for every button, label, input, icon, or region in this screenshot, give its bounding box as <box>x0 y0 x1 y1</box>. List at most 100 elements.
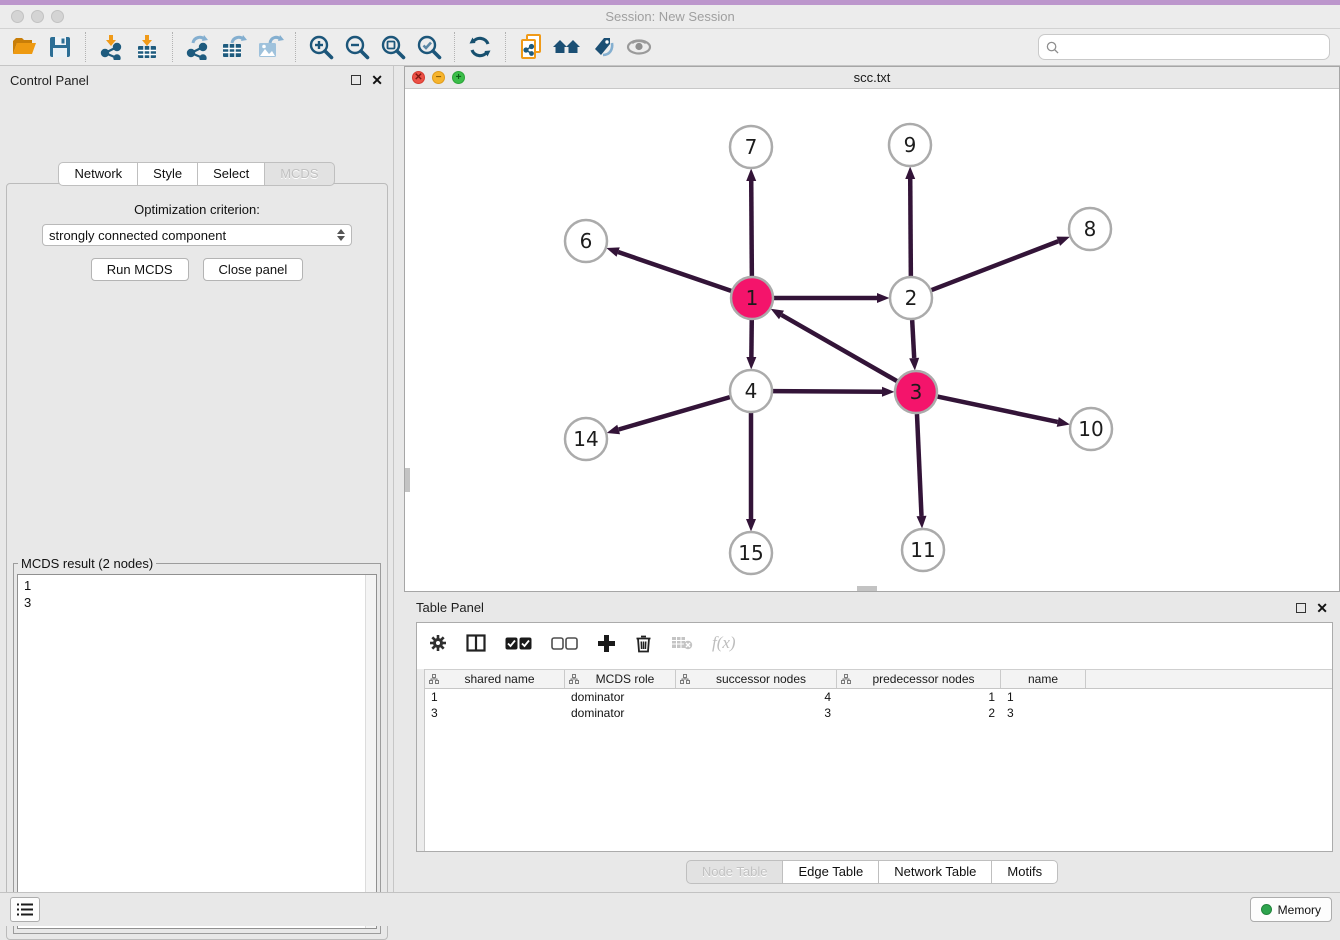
float-panel-icon[interactable] <box>351 75 361 85</box>
import-table-button[interactable] <box>129 31 165 63</box>
zoom-out-button[interactable] <box>339 31 375 63</box>
create-column-button[interactable] <box>597 634 616 653</box>
label-toggle-button[interactable] <box>585 31 621 63</box>
window-titlebar: Session: New Session <box>0 5 1340 29</box>
tab-mcds[interactable]: MCDS <box>265 162 334 186</box>
mcds-result-legend: MCDS result (2 nodes) <box>18 556 156 571</box>
mcds-result-fieldset: MCDS result (2 nodes) 1 3 <box>13 556 381 934</box>
cell-successor-nodes[interactable]: 3 <box>676 706 837 720</box>
cell-name[interactable]: 3 <box>1001 706 1086 720</box>
result-scrollbar[interactable] <box>365 575 376 928</box>
column-type-icon <box>841 674 851 684</box>
task-history-button[interactable] <box>10 897 40 922</box>
column-header-successor-nodes[interactable]: successor nodes <box>676 670 837 688</box>
cell-name[interactable]: 1 <box>1001 690 1086 704</box>
deselect-all-columns-button[interactable] <box>551 637 578 650</box>
tab-network-table[interactable]: Network Table <box>879 860 992 884</box>
delete-table-button[interactable] <box>671 635 693 651</box>
export-image-button[interactable] <box>252 31 288 63</box>
graph-node-label-6: 6 <box>580 229 593 253</box>
vertical-scroll-nub[interactable] <box>405 468 410 492</box>
save-session-button[interactable] <box>42 31 78 63</box>
cell-shared-name[interactable]: 1 <box>425 690 565 704</box>
column-header-shared-name[interactable]: shared name <box>425 670 565 688</box>
zoom-network-button[interactable]: + <box>452 71 465 84</box>
cell-predecessor-nodes[interactable]: 2 <box>837 706 1001 720</box>
table-header-row: shared name MCDS role successor nodes <box>425 669 1332 689</box>
graph-edge-4-3[interactable] <box>773 391 882 392</box>
graph-edge-3-11[interactable] <box>917 414 922 516</box>
table-row[interactable]: 1 dominator 4 1 1 <box>425 689 1332 705</box>
close-panel-icon[interactable]: ✕ <box>371 75 383 85</box>
search-box[interactable] <box>1038 34 1330 60</box>
zoom-in-button[interactable] <box>303 31 339 63</box>
control-panel: Control Panel ✕ Network Style Select MCD… <box>0 66 394 892</box>
mcds-result-box[interactable]: 1 3 <box>17 574 377 929</box>
duplicate-network-button[interactable] <box>513 31 549 63</box>
import-table-icon <box>134 34 160 60</box>
minimize-network-button[interactable]: − <box>432 71 445 84</box>
column-header-name[interactable]: name <box>1001 670 1086 688</box>
graph-edge-2-8[interactable] <box>932 241 1059 290</box>
refresh-button[interactable] <box>462 31 498 63</box>
column-chooser-button[interactable] <box>466 634 486 652</box>
graph-edge-3-1[interactable] <box>781 315 896 381</box>
export-network-button[interactable] <box>180 31 216 63</box>
cell-predecessor-nodes[interactable]: 1 <box>837 690 1001 704</box>
column-header-mcds-role[interactable]: MCDS role <box>565 670 676 688</box>
graph-edge-1-6[interactable] <box>618 252 731 291</box>
refresh-icon <box>467 34 493 60</box>
tab-motifs[interactable]: Motifs <box>992 860 1058 884</box>
criterion-dropdown[interactable]: strongly connected component <box>42 224 352 246</box>
split-columns-icon <box>466 634 486 652</box>
graph-edge-3-10[interactable] <box>938 397 1058 422</box>
network-canvas[interactable]: 7968124314101511 <box>405 89 1339 591</box>
table-panel-content: f(x) shared name MCDS role <box>416 622 1333 852</box>
export-table-icon <box>220 34 248 60</box>
search-input[interactable] <box>1064 40 1322 55</box>
tab-network[interactable]: Network <box>58 162 138 186</box>
home-view-button[interactable] <box>549 31 585 63</box>
graph-edge-1-7[interactable] <box>751 181 752 276</box>
export-table-button[interactable] <box>216 31 252 63</box>
zoom-selected-button[interactable] <box>411 31 447 63</box>
run-mcds-button[interactable]: Run MCDS <box>91 258 189 281</box>
horizontal-scroll-nub[interactable] <box>857 586 877 591</box>
cell-shared-name[interactable]: 3 <box>425 706 565 720</box>
import-network-icon <box>98 34 124 60</box>
tab-style[interactable]: Style <box>138 162 198 186</box>
table-settings-button[interactable] <box>429 634 447 652</box>
toolbar-separator <box>454 32 455 62</box>
close-panel-icon[interactable]: ✕ <box>1316 603 1328 613</box>
home-icon <box>552 34 582 60</box>
tab-node-table[interactable]: Node Table <box>686 860 784 884</box>
result-line: 3 <box>24 594 359 611</box>
table-row[interactable]: 3 dominator 3 2 3 <box>425 705 1332 721</box>
zoom-fit-button[interactable] <box>375 31 411 63</box>
eye-button[interactable] <box>621 31 657 63</box>
import-network-button[interactable] <box>93 31 129 63</box>
graph-edge-2-9[interactable] <box>910 179 911 276</box>
open-session-icon <box>11 34 37 60</box>
mcds-tab-panel: Optimization criterion: strongly connect… <box>6 183 388 940</box>
select-all-columns-button[interactable] <box>505 637 532 650</box>
table-panel: Table Panel ✕ <box>404 594 1340 892</box>
close-network-button[interactable]: ✕ <box>412 71 425 84</box>
fx-icon: f(x) <box>712 633 736 653</box>
cell-mcds-role[interactable]: dominator <box>565 706 676 720</box>
memory-button[interactable]: Memory <box>1250 897 1332 922</box>
open-session-button[interactable] <box>6 31 42 63</box>
tab-select[interactable]: Select <box>198 162 265 186</box>
function-builder-button[interactable]: f(x) <box>712 633 736 653</box>
cell-mcds-role[interactable]: dominator <box>565 690 676 704</box>
graph-edge-4-14[interactable] <box>619 397 730 429</box>
cell-successor-nodes[interactable]: 4 <box>676 690 837 704</box>
column-header-predecessor-nodes[interactable]: predecessor nodes <box>837 670 1001 688</box>
trash-icon <box>635 634 652 653</box>
float-panel-icon[interactable] <box>1296 603 1306 613</box>
delete-column-button[interactable] <box>635 634 652 653</box>
graph-edge-2-3[interactable] <box>912 320 914 358</box>
close-panel-button[interactable]: Close panel <box>203 258 304 281</box>
tab-edge-table[interactable]: Edge Table <box>783 860 879 884</box>
table-panel-title: Table Panel <box>416 600 1296 615</box>
